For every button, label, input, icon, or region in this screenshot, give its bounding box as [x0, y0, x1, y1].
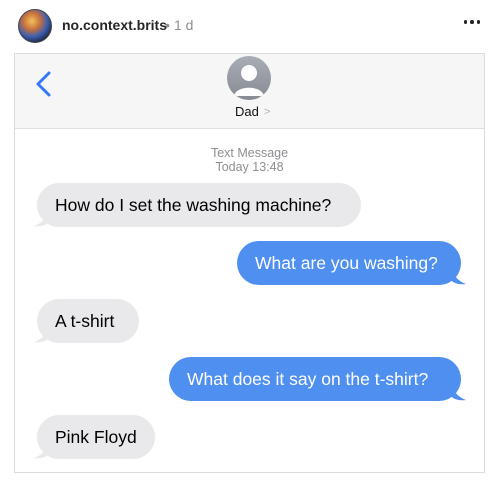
- message-type-label: Text Message: [210, 146, 289, 160]
- username-link[interactable]: no.context.brits: [62, 17, 167, 33]
- back-chevron-icon[interactable]: [33, 70, 55, 98]
- outgoing-bubble-tail: [451, 271, 466, 285]
- post-header: no.context.brits • 1 d: [0, 0, 497, 50]
- incoming-bubble-tail: [34, 329, 49, 343]
- incoming-bubble-tail: [34, 445, 49, 459]
- contact-name[interactable]: Dad: [235, 104, 259, 119]
- separator-dot: •: [165, 17, 170, 33]
- incoming-bubble-tail: [34, 213, 49, 227]
- incoming-message[interactable]: A t-shirt: [37, 299, 139, 343]
- message-text: What does it say on the t-shirt?: [187, 368, 429, 389]
- contact-chevron-icon: >: [264, 106, 271, 118]
- message-text: How do I set the washing machine?: [55, 194, 332, 215]
- outgoing-bubble-tail: [451, 387, 466, 401]
- message-timestamp: Today 13:48: [215, 160, 284, 174]
- message-screenshot: Dad > Text Message Today 13:48 How do I …: [14, 53, 485, 473]
- incoming-message[interactable]: How do I set the washing machine?: [37, 183, 361, 227]
- message-text: Pink Floyd: [55, 426, 137, 447]
- post-time: 1 d: [174, 17, 194, 33]
- conversation-header: Dad >: [15, 54, 484, 129]
- profile-avatar[interactable]: [18, 9, 52, 43]
- outgoing-message[interactable]: What are you washing?: [237, 241, 461, 285]
- outgoing-message[interactable]: What does it say on the t-shirt?: [169, 357, 461, 401]
- message-text: A t-shirt: [55, 310, 115, 331]
- contact-avatar-icon[interactable]: [227, 56, 271, 100]
- message-text: What are you washing?: [255, 252, 438, 273]
- incoming-message[interactable]: Pink Floyd: [37, 415, 155, 459]
- more-options-icon[interactable]: [460, 10, 484, 34]
